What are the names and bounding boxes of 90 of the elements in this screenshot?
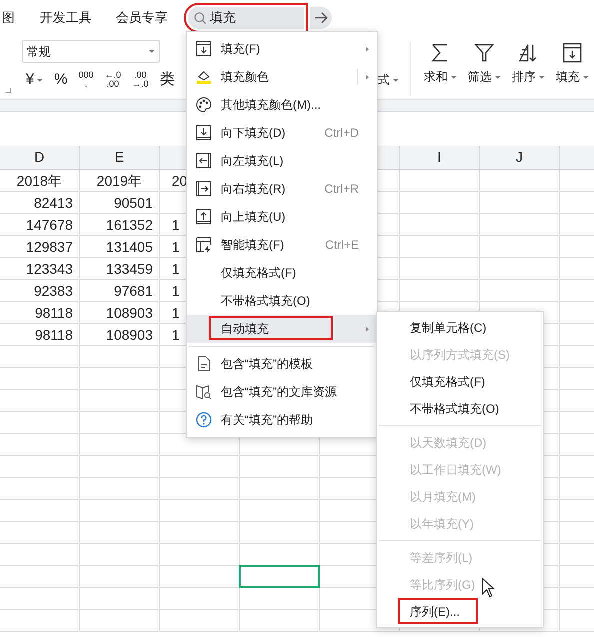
table-cell-text: 1 (172, 260, 180, 278)
arrow-down-icon (196, 125, 212, 141)
menu-item[interactable]: 向下填充(D) Ctrl+D (187, 119, 377, 147)
ribbon-tool-button[interactable]: 填充 (552, 42, 593, 86)
menu-item[interactable]: 其他填充颜色(M)... (187, 91, 377, 119)
menu-item[interactable]: 复制单元格(C) (377, 314, 543, 341)
caret-icon (495, 76, 501, 78)
table-cell-text: 1 (172, 326, 180, 344)
caret-icon (393, 78, 399, 82)
column-header[interactable]: I (438, 147, 442, 168)
smart-fill-icon (196, 237, 212, 253)
fill-icon (562, 42, 583, 64)
menu-item[interactable]: 仅填充格式(F) (187, 259, 377, 287)
menu-item[interactable]: 仅填充格式(F) (377, 368, 543, 395)
arrow-left-icon (196, 153, 212, 169)
format-button[interactable]: ←.0 .00 (104, 71, 122, 89)
arrow-right-icon (314, 11, 328, 25)
ribbon-tool-button[interactable]: 求和 (420, 42, 461, 86)
format-button[interactable]: .00 →.0 (132, 71, 149, 89)
arrow-up-icon (196, 209, 212, 225)
number-format-dropdown[interactable]: 常规 (22, 40, 160, 63)
column-header[interactable]: D (34, 147, 45, 168)
palette-icon (196, 97, 212, 113)
table-cell-text: 92383 (34, 282, 73, 300)
table-cell-text: 98118 (35, 304, 73, 322)
search-icon (194, 12, 206, 24)
caret-icon (451, 76, 457, 78)
sort-icon (518, 42, 539, 64)
style-button[interactable]: 式 (378, 71, 399, 89)
table-cell-text: 1 (172, 238, 180, 256)
table-cell-text: 131405 (106, 238, 153, 256)
menu-item[interactable]: 向左填充(L) (187, 147, 377, 175)
table-cell-text: 82413 (34, 194, 73, 212)
filter-icon (474, 42, 495, 64)
table-cell-text: 108903 (106, 326, 153, 344)
menu-item[interactable]: 包含“填充”的文库资源 (187, 378, 377, 406)
table-cell-text: 133459 (106, 260, 153, 278)
shortcut-text: Ctrl+R (324, 181, 359, 198)
menu-item[interactable]: 智能填充(F) Ctrl+E (187, 231, 377, 259)
paint-bucket-icon (196, 69, 212, 85)
caret-icon (539, 76, 545, 78)
menu-item[interactable]: 填充(F) (187, 35, 377, 63)
menu-item[interactable]: 填充颜色 (187, 63, 377, 91)
column-header[interactable]: J (516, 147, 523, 168)
column-header[interactable]: E (114, 147, 124, 168)
table-cell-text: 98118 (35, 326, 73, 344)
format-button[interactable]: ¥ (26, 68, 44, 92)
caret-icon (37, 78, 44, 82)
shortcut-text: Ctrl+E (325, 237, 359, 254)
menu-item[interactable]: 有关“填充”的帮助 (187, 406, 377, 434)
menu-item[interactable]: 自动填充 (187, 315, 377, 343)
table-cell-text: 90501 (114, 194, 153, 212)
format-button[interactable]: 类 (160, 68, 175, 92)
caret-icon (583, 76, 589, 78)
table-cell-text: 2018年 (16, 172, 62, 190)
format-button[interactable]: 000 , (78, 71, 94, 89)
arrow-right-icon (196, 181, 212, 197)
table-cell-text: 2019年 (96, 172, 142, 190)
table-cell-text: 129837 (26, 238, 73, 256)
ribbon-tool-button[interactable]: 排序 (508, 42, 549, 86)
menu-tab[interactable]: 图 (2, 8, 15, 28)
table-cell-text: 1 (172, 216, 180, 234)
table-cell-text: 97681 (114, 282, 153, 300)
menu-item[interactable]: 向右填充(R) Ctrl+R (187, 175, 377, 203)
menu-item[interactable]: 不带格式填充(O) (187, 287, 377, 315)
format-button[interactable]: % (54, 68, 68, 92)
table-cell-text: 147678 (26, 216, 73, 234)
table-cell-text: 161352 (106, 216, 153, 234)
book-search-icon (196, 384, 212, 400)
menu-tab[interactable]: 会员专享 (116, 8, 168, 28)
selected-cell[interactable] (239, 565, 320, 588)
table-cell-text: 123343 (26, 260, 73, 278)
table-cell-text: 1 (172, 304, 180, 322)
dialog-launcher-icon (6, 88, 11, 93)
menu-item[interactable]: 序列(E)... (377, 598, 543, 625)
menu-item[interactable]: 包含“填充”的模板 (187, 350, 377, 378)
document-icon (196, 356, 212, 372)
table-cell-text: 1 (172, 282, 180, 300)
help-icon (196, 412, 212, 428)
table-cell-text: 108903 (106, 304, 153, 322)
caret-icon (149, 50, 155, 53)
cursor-icon (482, 578, 496, 598)
menu-tab[interactable]: 开发工具 (40, 8, 92, 28)
ribbon-tool-button[interactable]: 筛选 (464, 42, 505, 86)
fill-down-icon (196, 41, 212, 57)
shortcut-text: Ctrl+D (324, 125, 359, 142)
menu-item[interactable]: 向上填充(U) (187, 203, 377, 231)
menu-item[interactable]: 不带格式填充(O) (377, 395, 543, 422)
search-field[interactable]: 填充 (188, 7, 304, 29)
search-go-button[interactable] (310, 7, 332, 29)
